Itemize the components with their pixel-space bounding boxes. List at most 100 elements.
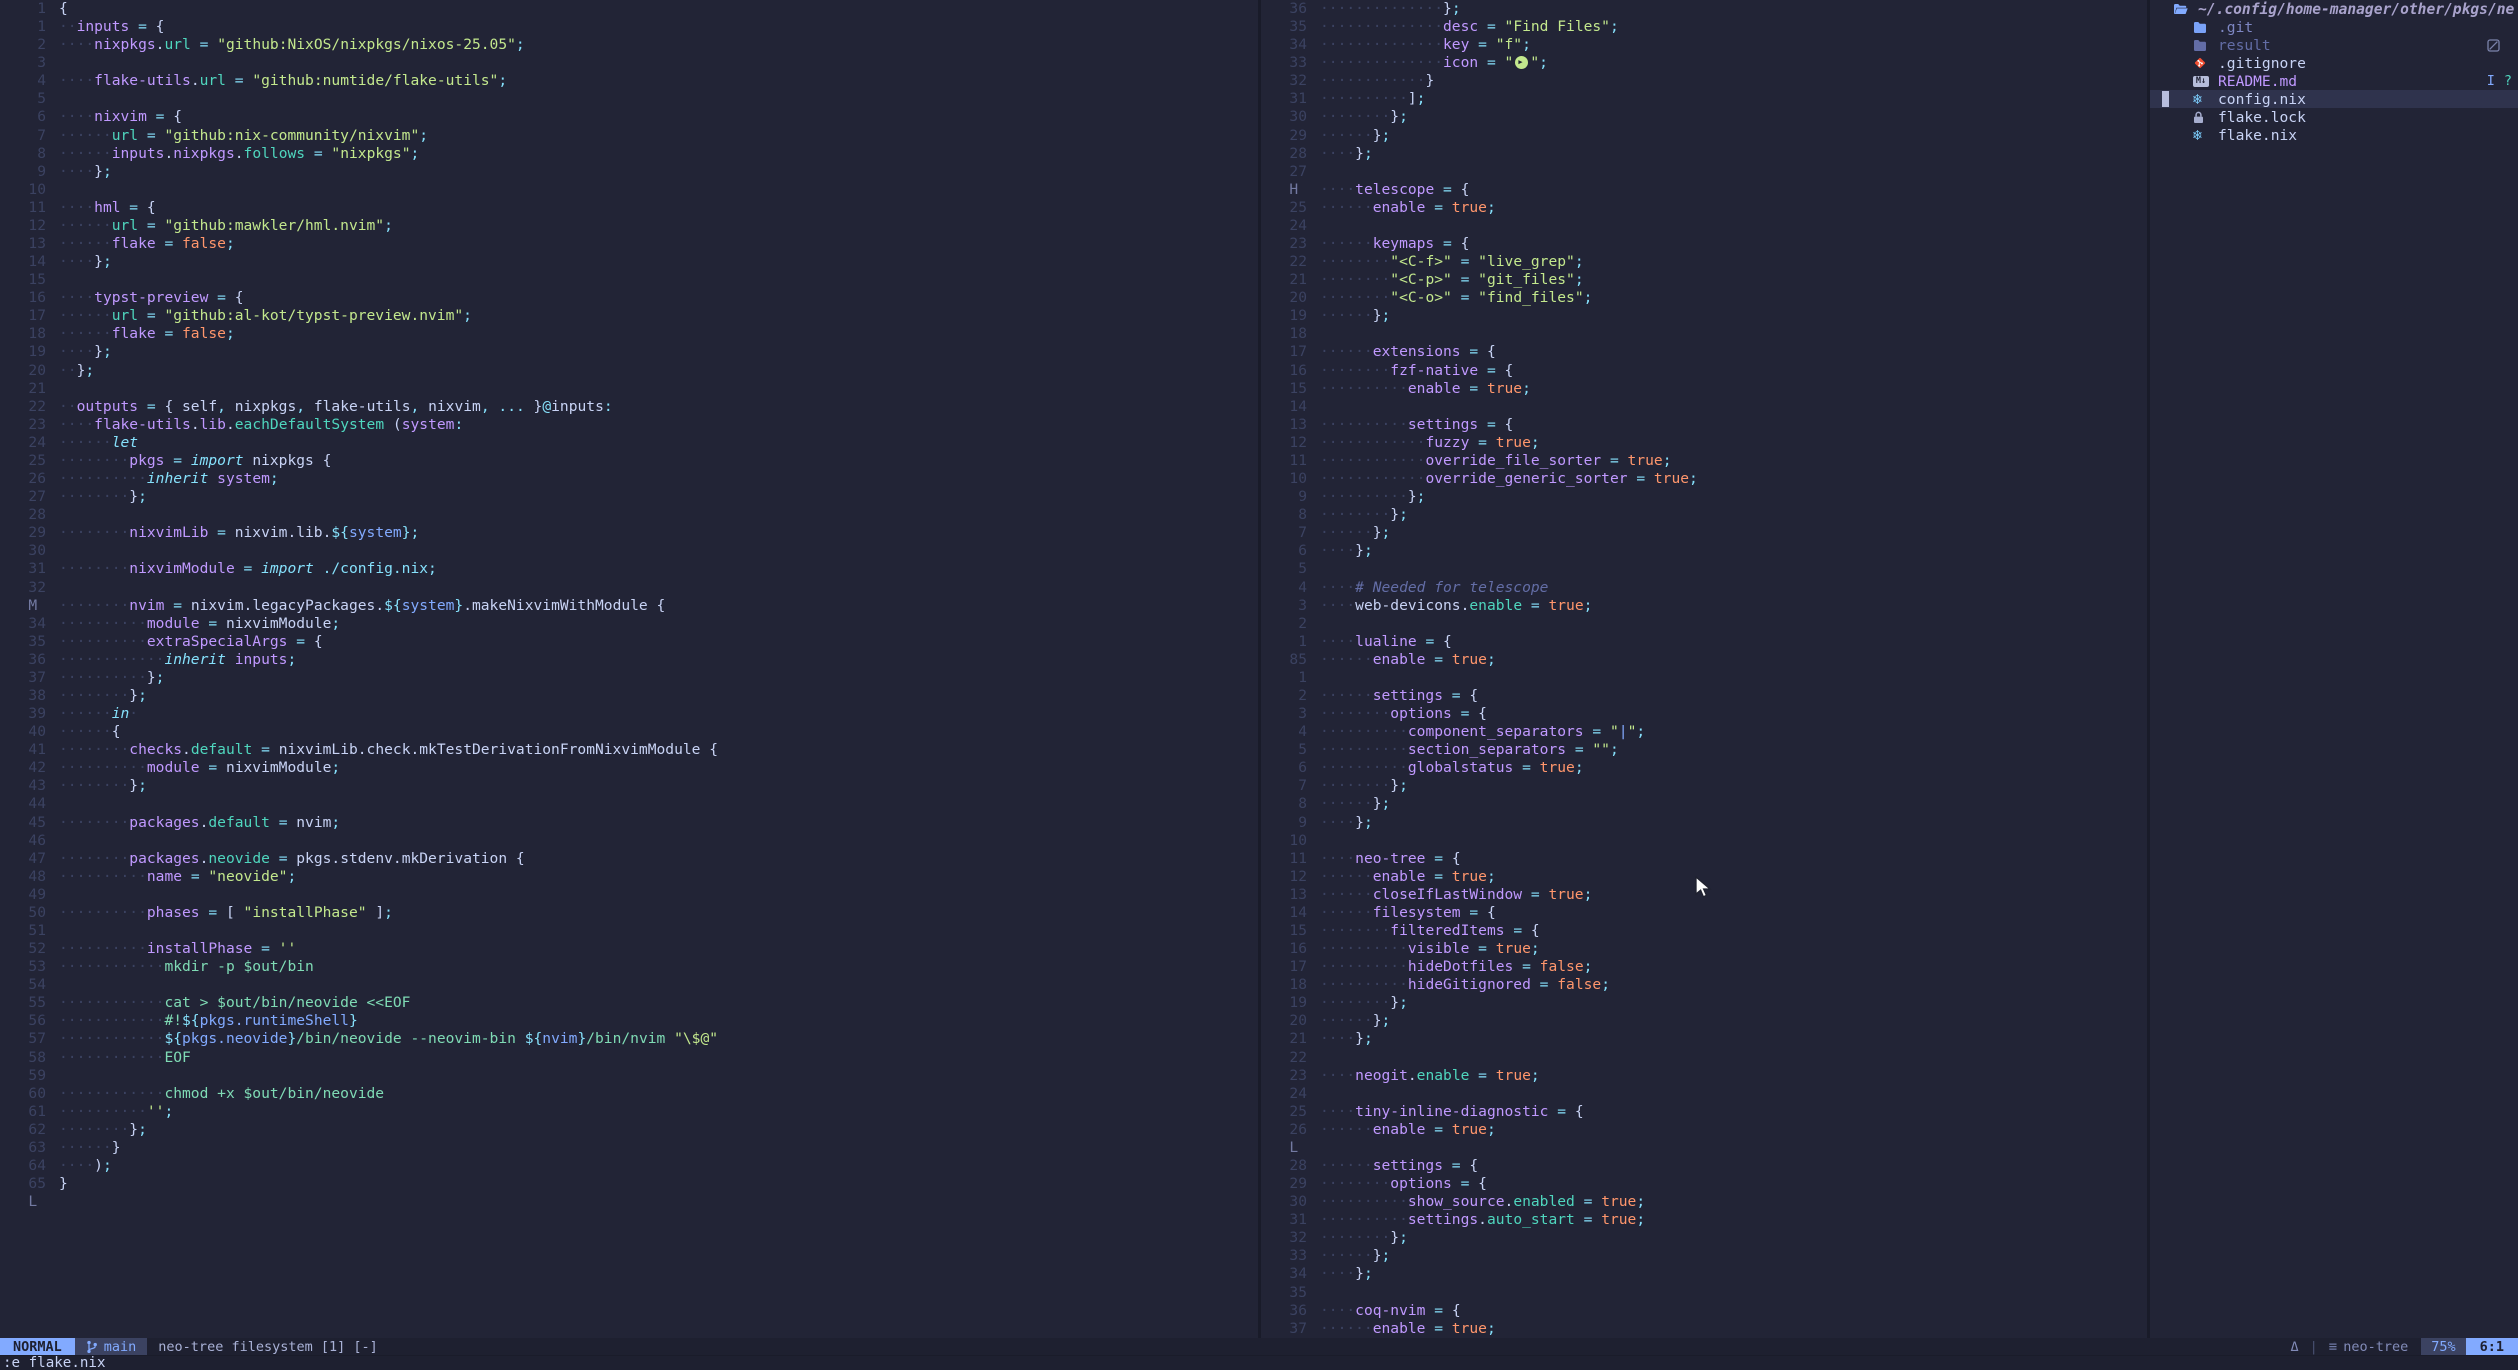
code-line[interactable]: 8········}; [1261,506,2147,524]
code-line[interactable]: 8······inputs.nixpkgs.follows = "nixpkgs… [0,145,1258,163]
code-line[interactable]: 62········}; [0,1121,1258,1139]
code-line[interactable]: 29········options = { [1261,1175,2147,1193]
code-line[interactable]: 36············inherit inputs; [0,651,1258,669]
code-line[interactable]: 33······}; [1261,1247,2147,1265]
code-line[interactable]: 4··········component_separators = "|"; [1261,723,2147,741]
code-line[interactable]: 20······}; [1261,1012,2147,1030]
code-line[interactable]: 57············${pkgs.neovide}/bin/neovid… [0,1030,1258,1048]
code-line[interactable]: 25······enable = true; [1261,199,2147,217]
code-line[interactable]: 34··········module = nixvimModule; [0,615,1258,633]
code-line[interactable]: 37······enable = true; [1261,1320,2147,1338]
code-line[interactable]: 64····); [0,1157,1258,1175]
code-line[interactable]: 16··········visible = true; [1261,940,2147,958]
neotree-item-result[interactable]: result [2150,36,2518,54]
code-line[interactable]: 22··outputs = { self, nixpkgs, flake-uti… [0,398,1258,416]
code-line[interactable]: 19········}; [1261,994,2147,1012]
code-line[interactable]: 52··········installPhase = '' [0,940,1258,958]
code-line[interactable]: 25········pkgs = import nixpkgs { [0,452,1258,470]
code-line[interactable]: 16········fzf-native = { [1261,362,2147,380]
neotree-item-flake-nix[interactable]: ❄flake.nix [2150,127,2518,145]
code-line[interactable]: 10 [0,181,1258,199]
code-line[interactable]: H ····telescope = { [1261,181,2147,199]
neotree-item--gitignore[interactable]: .gitignore [2150,54,2518,72]
code-line[interactable]: 8······}; [1261,795,2147,813]
code-line[interactable]: 26······enable = true; [1261,1121,2147,1139]
code-line[interactable]: L [0,1193,1258,1211]
code-line[interactable]: 11····neo-tree = { [1261,850,2147,868]
code-line[interactable]: 61··········''; [0,1103,1258,1121]
code-line[interactable]: 22 [1261,1049,2147,1067]
code-line[interactable]: 3········options = { [1261,705,2147,723]
code-line[interactable]: 28 [0,506,1258,524]
code-line[interactable]: 34··············key = "f"; [1261,36,2147,54]
code-line[interactable]: 35··············desc = "Find Files"; [1261,18,2147,36]
code-line[interactable]: 39······in· [0,705,1258,723]
code-line[interactable]: 28······settings = { [1261,1157,2147,1175]
code-line[interactable]: 25····tiny-inline-diagnostic = { [1261,1103,2147,1121]
code-line[interactable]: 7······url = "github:nix-community/nixvi… [0,127,1258,145]
code-line[interactable]: 60············chmod +x $out/bin/neovide [0,1085,1258,1103]
code-line[interactable]: 2····nixpkgs.url = "github:NixOS/nixpkgs… [0,36,1258,54]
code-line[interactable]: 1····lualine = { [1261,633,2147,651]
code-line[interactable]: 4····# Needed for telescope [1261,579,2147,597]
code-line[interactable]: 14····}; [0,253,1258,271]
neotree-panel[interactable]: ~/.config/home-manager/other/pkgs/ne.git… [2150,0,2518,1338]
code-line[interactable]: 23····neogit.enable = true; [1261,1067,2147,1085]
code-line[interactable]: 5 [0,90,1258,108]
code-line[interactable]: 17······extensions = { [1261,343,2147,361]
code-line[interactable]: 23······keymaps = { [1261,235,2147,253]
code-line[interactable]: 10 [1261,832,2147,850]
code-line[interactable]: 27········}; [0,488,1258,506]
code-line[interactable]: 43········}; [0,777,1258,795]
code-line[interactable]: 38········}; [0,687,1258,705]
code-line[interactable]: 17······url = "github:al-kot/typst-previ… [0,307,1258,325]
code-line[interactable]: 63······} [0,1139,1258,1157]
neotree-item-config-nix[interactable]: ❄config.nix [2150,90,2518,108]
code-line[interactable]: 46 [0,832,1258,850]
code-line[interactable]: 48··········name = "neovide"; [0,868,1258,886]
code-line[interactable]: 13··········settings = { [1261,416,2147,434]
code-line[interactable]: 6··········globalstatus = true; [1261,759,2147,777]
code-line[interactable]: 21····}; [1261,1030,2147,1048]
code-line[interactable]: 11····hml = { [0,199,1258,217]
code-line[interactable]: 6····nixvim = { [0,108,1258,126]
code-line[interactable]: 11············override_file_sorter = tru… [1261,452,2147,470]
code-line[interactable]: 36··············}; [1261,0,2147,18]
code-line[interactable]: 35 [1261,1284,2147,1302]
code-line[interactable]: 18··········hideGitignored = false; [1261,976,2147,994]
command-line[interactable]: :e flake.nix [0,1355,2518,1370]
code-line[interactable]: 85······enable = true; [1261,651,2147,669]
code-line[interactable]: 31········nixvimModule = import ./config… [0,560,1258,578]
code-line[interactable]: 16····typst-preview = { [0,289,1258,307]
code-line[interactable]: 19······}; [1261,307,2147,325]
code-line[interactable]: 32············} [1261,72,2147,90]
code-line[interactable]: 34····}; [1261,1265,2147,1283]
code-line[interactable]: 18 [1261,325,2147,343]
code-line[interactable]: 51 [0,922,1258,940]
code-line[interactable]: 5 [1261,560,2147,578]
code-line[interactable]: 58············EOF [0,1049,1258,1067]
code-line[interactable]: 15········filteredItems = { [1261,922,2147,940]
code-line[interactable]: 3····web-devicons.enable = true; [1261,597,2147,615]
code-line[interactable]: 10············override_generic_sorter = … [1261,470,2147,488]
code-line[interactable]: 18······flake = false; [0,325,1258,343]
code-line[interactable]: 7········}; [1261,777,2147,795]
code-line[interactable]: 22········"<C-f>" = "live_grep"; [1261,253,2147,271]
code-line[interactable]: 45········packages.default = nvim; [0,814,1258,832]
code-line[interactable]: M ········nvim = nixvim.legacyPackages.$… [0,597,1258,615]
code-line[interactable]: 30········}; [1261,108,2147,126]
code-line[interactable]: 1 [1261,669,2147,687]
code-line[interactable]: 44 [0,795,1258,813]
code-line[interactable]: 31··········settings.auto_start = true; [1261,1211,2147,1229]
code-line[interactable]: 1{ [0,0,1258,18]
code-line[interactable]: 13······flake = false; [0,235,1258,253]
code-line[interactable]: 50··········phases = [ "installPhase" ]; [0,904,1258,922]
code-line[interactable]: 24 [1261,1085,2147,1103]
code-line[interactable]: 40······{ [0,723,1258,741]
code-line[interactable]: 12············fuzzy = true; [1261,434,2147,452]
neotree-item--git[interactable]: .git [2150,18,2518,36]
editor-pane-flake-nix[interactable]: 1{1··inputs = {2····nixpkgs.url = "githu… [0,0,1258,1338]
code-line[interactable]: 2 [1261,615,2147,633]
code-line[interactable]: 24······let [0,434,1258,452]
code-line[interactable]: 14 [1261,398,2147,416]
